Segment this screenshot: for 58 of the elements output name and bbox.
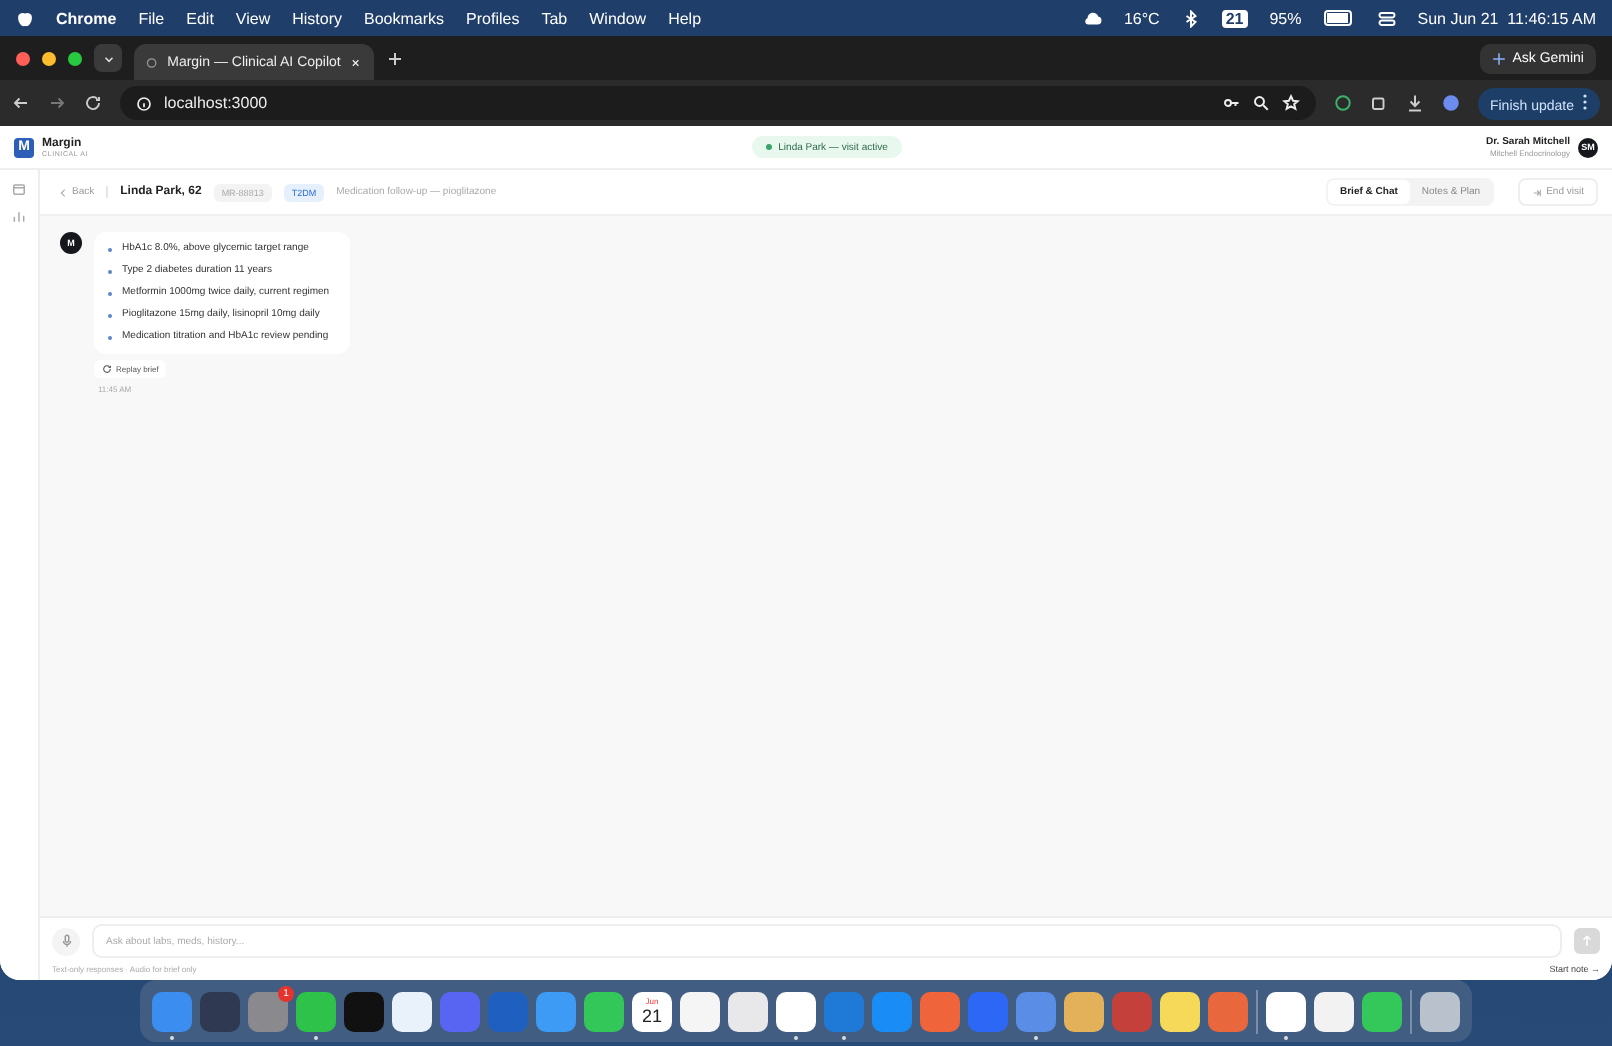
app-icon[interactable] xyxy=(1064,991,1104,1031)
zoom-window-button[interactable] xyxy=(68,51,82,65)
menu-item[interactable]: Help xyxy=(668,9,702,27)
arrow-up-icon xyxy=(1580,934,1594,948)
toggle-icon[interactable] xyxy=(1377,9,1396,27)
exit-icon xyxy=(1532,187,1543,197)
menu-item[interactable]: Profiles xyxy=(466,9,520,27)
app-icon[interactable] xyxy=(344,991,384,1031)
calendar-day: 21 xyxy=(641,1006,662,1026)
app-icon[interactable] xyxy=(392,991,432,1031)
url-text: localhost:3000 xyxy=(164,94,268,112)
refresh-icon xyxy=(102,364,112,374)
app-icon[interactable] xyxy=(1160,991,1200,1031)
menu-item[interactable]: Edit xyxy=(186,9,214,27)
chevron-left-icon xyxy=(58,187,68,197)
microphone-button[interactable] xyxy=(52,927,80,955)
profile-icon[interactable] xyxy=(1441,94,1460,112)
battery-text: 95% xyxy=(1269,9,1302,27)
apple-icon xyxy=(16,9,34,27)
calendar-date[interactable]: 21 xyxy=(1221,9,1248,27)
weather-text: 16°C xyxy=(1123,9,1160,27)
key-icon[interactable] xyxy=(1221,94,1240,112)
cloud-icon xyxy=(1083,9,1102,27)
info-icon xyxy=(136,95,152,111)
app-icon[interactable] xyxy=(1314,991,1354,1031)
microphone-icon xyxy=(59,934,73,948)
reload-icon[interactable] xyxy=(84,94,102,112)
calendar-icon[interactable] xyxy=(12,182,26,196)
forward-arrow-icon[interactable] xyxy=(48,94,66,112)
minimize-window-button[interactable] xyxy=(42,51,56,65)
plus-icon[interactable] xyxy=(386,49,404,67)
tab-list-button[interactable] xyxy=(94,44,122,72)
battery-icon[interactable] xyxy=(1323,10,1356,26)
menu-item[interactable]: Tab xyxy=(541,9,568,27)
menu-item[interactable]: Bookmarks xyxy=(364,9,445,27)
zoom-icon[interactable] xyxy=(1251,94,1270,112)
close-window-button[interactable] xyxy=(16,51,30,65)
more-icon xyxy=(1582,93,1588,109)
close-icon[interactable] xyxy=(350,55,362,69)
sparkle-icon xyxy=(1492,51,1507,65)
menu-item[interactable]: Window xyxy=(589,9,647,27)
app-icon[interactable] xyxy=(1362,991,1402,1031)
menu-item[interactable]: History xyxy=(292,9,343,27)
menu-app-name[interactable]: Chrome xyxy=(56,9,117,27)
clock-text[interactable]: Sun Jun 21 11:46:15 AM xyxy=(1417,9,1596,27)
chart-icon[interactable] xyxy=(12,210,26,224)
bluetooth-icon xyxy=(1181,9,1200,27)
download-icon[interactable] xyxy=(1405,94,1424,112)
menu-item[interactable]: File xyxy=(138,9,165,27)
star-icon[interactable] xyxy=(1281,94,1300,112)
menu-item[interactable]: View xyxy=(235,9,271,27)
back-arrow-icon[interactable] xyxy=(12,94,30,112)
extension-icon[interactable] xyxy=(1333,94,1352,112)
address-bar[interactable]: localhost:3000 xyxy=(120,86,1316,120)
app-icon[interactable] xyxy=(728,991,768,1031)
app-icon[interactable] xyxy=(584,991,624,1031)
app-icon[interactable] xyxy=(1420,991,1460,1031)
app-icon[interactable] xyxy=(680,991,720,1031)
